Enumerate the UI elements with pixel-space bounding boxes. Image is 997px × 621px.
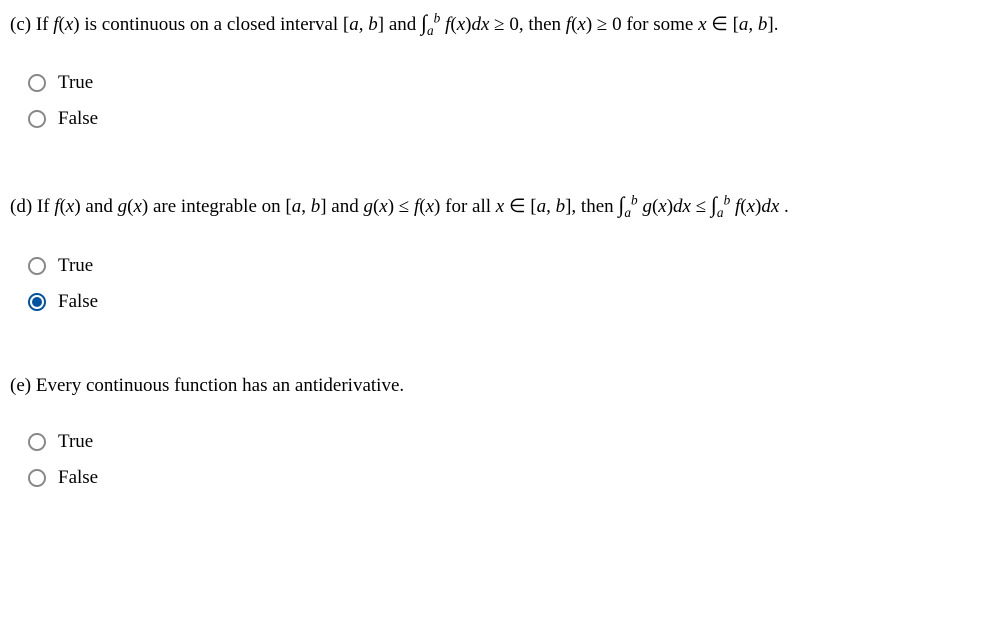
option-label: True — [58, 255, 93, 277]
question-d: (d) If f(x) and g(x) are integrable on [… — [10, 190, 987, 312]
option-label: False — [58, 467, 98, 489]
question-label: (e) — [10, 375, 31, 396]
question-body: Every continuous function has an antider… — [36, 375, 404, 396]
radio-icon-selected — [28, 293, 46, 311]
option-d-false[interactable]: False — [28, 291, 987, 313]
radio-icon — [28, 433, 46, 451]
radio-icon — [28, 110, 46, 128]
option-d-true[interactable]: True — [28, 255, 987, 277]
question-c-options: True False — [28, 72, 987, 130]
question-e-options: True False — [28, 431, 987, 489]
question-d-options: True False — [28, 255, 987, 313]
option-e-false[interactable]: False — [28, 467, 987, 489]
radio-icon — [28, 257, 46, 275]
question-prefix: If — [37, 196, 54, 217]
question-e-text: (e) Every continuous function has an ant… — [10, 373, 987, 400]
option-label: True — [58, 431, 93, 453]
option-e-true[interactable]: True — [28, 431, 987, 453]
question-label: (d) — [10, 196, 32, 217]
question-d-text: (d) If f(x) and g(x) are integrable on [… — [10, 190, 987, 222]
radio-icon — [28, 74, 46, 92]
question-c: (c) If f(x) is continuous on a closed in… — [10, 8, 987, 130]
question-e: (e) Every continuous function has an ant… — [10, 373, 987, 490]
question-label: (c) — [10, 14, 31, 35]
option-c-false[interactable]: False — [28, 108, 987, 130]
option-label: False — [58, 291, 98, 313]
option-label: True — [58, 72, 93, 94]
question-c-text: (c) If f(x) is continuous on a closed in… — [10, 8, 987, 40]
option-label: False — [58, 108, 98, 130]
option-c-true[interactable]: True — [28, 72, 987, 94]
question-prefix: If — [36, 14, 53, 35]
radio-icon — [28, 469, 46, 487]
